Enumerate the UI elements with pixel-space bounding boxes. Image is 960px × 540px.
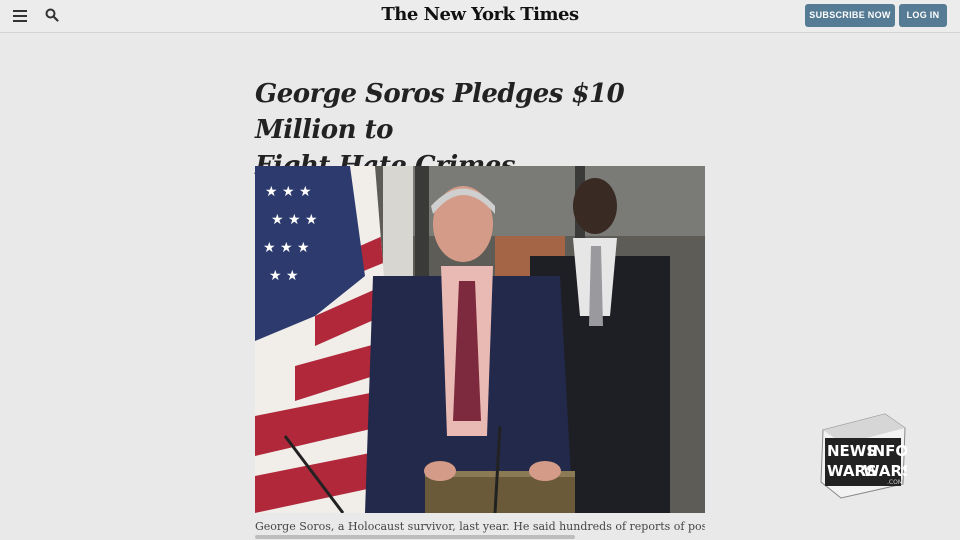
caption-overflow (255, 535, 575, 539)
svg-text:★ ★: ★ ★ (269, 268, 299, 284)
subscribe-button[interactable]: SUBSCRIBE NOW (805, 4, 895, 27)
menu-icon[interactable] (13, 10, 27, 22)
login-button[interactable]: LOG IN (899, 4, 947, 27)
watermark-info: INFO (867, 442, 907, 460)
svg-text:★ ★ ★: ★ ★ ★ (265, 184, 312, 200)
svg-text:★ ★ ★: ★ ★ ★ (271, 212, 318, 228)
search-icon[interactable] (45, 8, 59, 22)
masthead-logo[interactable]: The New York Times (380, 4, 580, 25)
photo-caption: George Soros, a Holocaust survivor, last… (255, 520, 705, 533)
watermark-suffix: .COM (887, 479, 903, 486)
article-photo: ★ ★ ★ ★ ★ ★ ★ ★ ★ ★ ★ (255, 166, 705, 513)
headline-line-1: George Soros Pledges $10 Million to (255, 79, 625, 145)
photo-illustration: ★ ★ ★ ★ ★ ★ ★ ★ ★ ★ ★ (255, 166, 705, 513)
top-navigation-bar: The New York Times SUBSCRIBE NOW LOG IN (0, 0, 960, 33)
svg-text:★ ★ ★: ★ ★ ★ (263, 240, 310, 256)
infowars-watermark: NEWS INFO WARS WARS .COM (820, 413, 907, 499)
watermark-wars-b: WARS (863, 462, 907, 480)
